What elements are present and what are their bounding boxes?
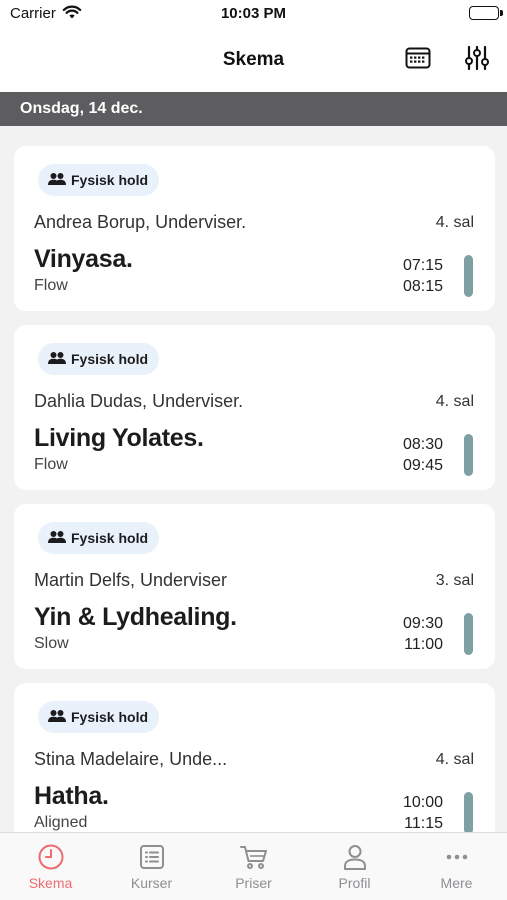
tab-label: Kurser	[130, 875, 173, 891]
class-card[interactable]: Fysisk hold Dahlia Dudas, Underviser. 4.…	[14, 325, 495, 490]
class-type-badge: Fysisk hold	[38, 343, 160, 375]
calendar-icon	[405, 46, 431, 75]
instructor-name: Dahlia Dudas, Underviser.	[34, 391, 244, 411]
tab-label: Mere	[440, 875, 473, 891]
instructor-name: Stina Madelaire, Unde...	[34, 749, 228, 769]
class-style: Aligned	[34, 814, 88, 831]
badge-label: Fysisk hold	[71, 172, 149, 188]
class-type-badge: Fysisk hold	[38, 522, 160, 554]
tab-profil[interactable]: Profil	[304, 833, 405, 900]
start-time: 07:15	[402, 257, 443, 274]
availability-indicator	[464, 613, 473, 655]
cart-icon	[203, 843, 304, 871]
class-title: Yin & Lydhealing.	[34, 603, 237, 631]
tab-label: Priser	[235, 875, 272, 891]
class-card[interactable]: Fysisk hold Andrea Borup, Underviser. 4.…	[14, 146, 495, 311]
tab-label: Skema	[28, 875, 73, 891]
room-label: 4. sal	[435, 393, 474, 410]
availability-indicator	[464, 434, 473, 476]
person-icon	[304, 843, 405, 871]
navigation-bar: Skema	[0, 30, 507, 92]
end-time: 09:45	[402, 457, 443, 474]
start-time: 08:30	[402, 436, 443, 453]
people-icon	[48, 351, 66, 368]
availability-indicator	[464, 255, 473, 297]
calendar-button[interactable]	[403, 45, 433, 75]
clock-icon	[0, 843, 101, 871]
class-type-badge: Fysisk hold	[38, 164, 160, 196]
class-style: Slow	[34, 635, 69, 652]
class-type-badge: Fysisk hold	[38, 701, 160, 733]
people-icon	[48, 709, 66, 726]
class-title: Hatha.	[34, 782, 109, 810]
availability-indicator	[464, 792, 473, 832]
tab-mere[interactable]: Mere	[406, 833, 507, 900]
battery-icon	[469, 6, 499, 20]
list-icon	[101, 843, 202, 871]
tab-bar: Skema Kurser Priser Profil Mere	[0, 832, 507, 900]
filter-sliders-icon	[465, 45, 489, 76]
room-label: 4. sal	[435, 751, 474, 768]
class-style: Flow	[34, 456, 68, 473]
class-card[interactable]: Fysisk hold Martin Delfs, Underviser 3. …	[14, 504, 495, 669]
end-time: 11:00	[404, 636, 443, 653]
tab-label: Profil	[338, 875, 371, 891]
badge-label: Fysisk hold	[71, 351, 149, 367]
tab-kurser[interactable]: Kurser	[101, 833, 202, 900]
tab-skema[interactable]: Skema	[0, 833, 101, 900]
end-time: 08:15	[402, 278, 443, 295]
status-bar: Carrier 10:03 PM	[0, 0, 507, 30]
instructor-name: Andrea Borup, Underviser.	[34, 212, 247, 232]
class-style: Flow	[34, 277, 68, 294]
date-section-header: Onsdag, 14 dec.	[0, 92, 507, 126]
start-time: 09:30	[402, 615, 443, 632]
people-icon	[48, 530, 66, 547]
badge-label: Fysisk hold	[71, 709, 149, 725]
instructor-name: Martin Delfs, Underviser	[34, 570, 228, 590]
people-icon	[48, 172, 66, 189]
room-label: 3. sal	[435, 572, 474, 589]
tab-priser[interactable]: Priser	[203, 833, 304, 900]
battery-cap	[500, 10, 503, 16]
start-time: 10:00	[402, 794, 443, 811]
status-time: 10:03 PM	[220, 5, 287, 22]
filter-button[interactable]	[462, 45, 492, 75]
more-dots-icon	[406, 843, 507, 871]
end-time: 11:15	[404, 815, 443, 832]
badge-label: Fysisk hold	[71, 530, 149, 546]
class-title: Living Yolates.	[34, 424, 204, 452]
class-list[interactable]: Fysisk hold Andrea Borup, Underviser. 4.…	[0, 126, 507, 832]
room-label: 4. sal	[435, 214, 474, 231]
class-title: Vinyasa.	[34, 245, 133, 273]
class-card[interactable]: Fysisk hold Stina Madelaire, Unde... 4. …	[14, 683, 495, 832]
